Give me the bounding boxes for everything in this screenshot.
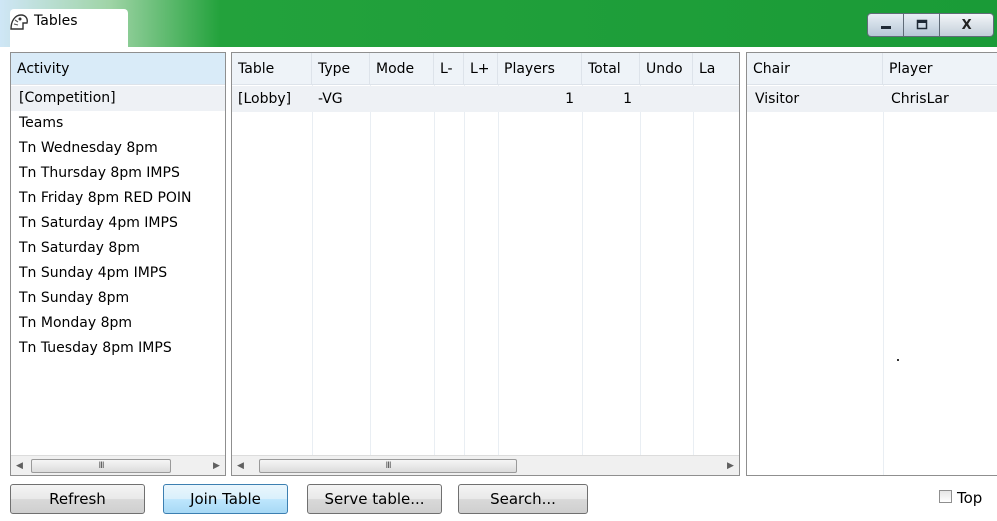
- scrollbar-thumb[interactable]: III: [31, 459, 171, 473]
- table-row[interactable]: Visitor ChrisLar: [747, 86, 997, 112]
- serve-table-button[interactable]: Serve table...: [307, 484, 442, 514]
- column-divider: [370, 85, 371, 475]
- activity-item[interactable]: Tn Sunday 8pm: [11, 286, 225, 311]
- activity-item[interactable]: Tn Saturday 4pm IMPS: [11, 211, 225, 236]
- activity-panel: Activity [Competition] Teams Tn Wednesda…: [10, 52, 226, 476]
- cell-total: 1: [623, 91, 632, 107]
- cell-chair: Visitor: [755, 91, 800, 107]
- column-header-total[interactable]: Total: [582, 53, 640, 85]
- scrollbar-grip-icon: III: [385, 461, 392, 471]
- column-header-player[interactable]: Player: [883, 53, 997, 85]
- activity-item[interactable]: Tn Saturday 8pm: [11, 236, 225, 261]
- tables-header-row: Table Type Mode L- L+ Players Total Undo…: [232, 53, 739, 85]
- maximize-icon: [916, 19, 927, 30]
- column-divider: [434, 85, 435, 475]
- minimize-button[interactable]: [868, 14, 905, 36]
- activity-header-row: Activity: [11, 53, 225, 85]
- activity-item-competition[interactable]: [Competition]: [11, 86, 225, 111]
- table-row[interactable]: [Lobby] -VG 1 1: [232, 86, 739, 112]
- maximize-button[interactable]: [904, 14, 941, 36]
- stray-pixel-dot: [897, 359, 899, 361]
- join-table-button[interactable]: Join Table: [163, 484, 288, 514]
- column-divider: [464, 85, 465, 475]
- scroll-left-arrow-icon[interactable]: ◀: [232, 456, 249, 475]
- window-controls: X: [867, 13, 994, 37]
- activity-horizontal-scrollbar[interactable]: ◀ III ▶: [11, 455, 225, 475]
- activity-column-header[interactable]: Activity: [11, 53, 227, 85]
- scrollbar-grip-icon: III: [98, 461, 105, 471]
- column-header-mode[interactable]: Mode: [370, 53, 434, 85]
- players-panel: Chair Player Visitor ChrisLar: [746, 52, 997, 476]
- activity-item[interactable]: Tn Thursday 8pm IMPS: [11, 161, 225, 186]
- cell-players: 1: [565, 91, 574, 107]
- close-icon: X: [961, 17, 972, 33]
- title-bar: Tables X: [0, 0, 997, 47]
- column-divider: [883, 85, 884, 475]
- window-title: Tables: [34, 13, 78, 29]
- column-divider: [312, 85, 313, 475]
- cell-type: -VG: [318, 91, 343, 107]
- activity-item[interactable]: Tn Sunday 4pm IMPS: [11, 261, 225, 286]
- tables-horizontal-scrollbar[interactable]: ◀ III ▶: [232, 455, 739, 475]
- search-button[interactable]: Search...: [458, 484, 588, 514]
- column-header-type[interactable]: Type: [312, 53, 370, 85]
- tables-panel: Table Type Mode L- L+ Players Total Undo…: [231, 52, 740, 476]
- minimize-icon: [880, 26, 891, 29]
- activity-item[interactable]: Tn Friday 8pm RED POIN: [11, 186, 225, 211]
- scroll-left-arrow-icon[interactable]: ◀: [11, 456, 28, 475]
- column-header-players[interactable]: Players: [498, 53, 582, 85]
- activity-item[interactable]: Tn Tuesday 8pm IMPS: [11, 336, 225, 361]
- column-divider: [640, 85, 641, 475]
- column-header-table[interactable]: Table: [232, 53, 312, 85]
- cell-table: [Lobby]: [238, 91, 292, 107]
- scroll-right-arrow-icon[interactable]: ▶: [208, 456, 225, 475]
- column-header-undo[interactable]: Undo: [640, 53, 693, 85]
- players-header-row: Chair Player: [747, 53, 997, 85]
- close-button[interactable]: X: [940, 14, 993, 36]
- top-checkbox-label[interactable]: Top: [957, 490, 982, 506]
- column-divider: [582, 85, 583, 475]
- scroll-right-arrow-icon[interactable]: ▶: [722, 456, 739, 475]
- column-divider: [498, 85, 499, 475]
- bridge-app-icon: [10, 14, 28, 30]
- column-header-chair[interactable]: Chair: [747, 53, 883, 85]
- activity-list: [Competition] Teams Tn Wednesday 8pm Tn …: [11, 86, 225, 455]
- activity-item[interactable]: Tn Wednesday 8pm: [11, 136, 225, 161]
- refresh-button[interactable]: Refresh: [10, 484, 145, 514]
- activity-item-teams[interactable]: Teams: [11, 111, 225, 136]
- column-divider: [693, 85, 694, 475]
- top-checkbox[interactable]: [939, 490, 952, 503]
- scrollbar-thumb[interactable]: III: [259, 459, 517, 473]
- cell-player: ChrisLar: [891, 91, 949, 107]
- column-header-la[interactable]: La: [693, 53, 741, 85]
- activity-item[interactable]: Tn Monday 8pm: [11, 311, 225, 336]
- column-header-l-minus[interactable]: L-: [434, 53, 464, 85]
- column-header-l-plus[interactable]: L+: [464, 53, 498, 85]
